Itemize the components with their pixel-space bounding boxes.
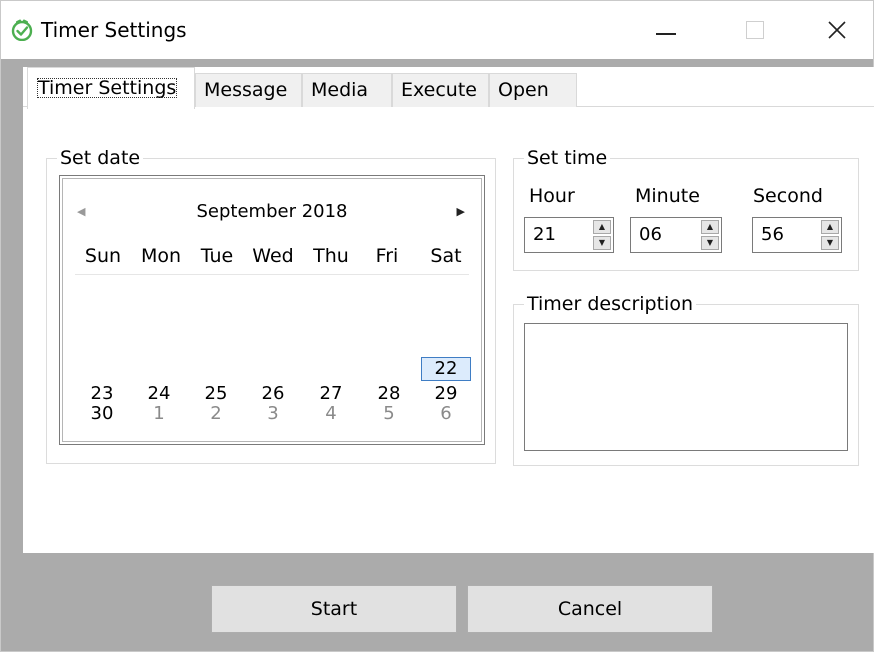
start-button[interactable]: Start [211, 585, 457, 633]
minimize-icon [656, 33, 676, 35]
day-of-week-header: Thu [313, 245, 349, 267]
hour-spin-buttons: ▲ ▼ [593, 220, 611, 250]
hour-label: Hour [529, 185, 575, 207]
day-of-week-header: Tue [200, 245, 234, 267]
calendar-day[interactable]: 26 [244, 384, 302, 404]
calendar-day[interactable]: 23 [73, 384, 131, 404]
timer-settings-window: Timer Settings Timer Settings Message Me… [0, 0, 874, 652]
month-calendar[interactable]: ◀ September 2018 ▶ Sun Mon Tue Wed Thu F… [59, 175, 485, 445]
minute-spinner[interactable]: 06 ▲ ▼ [630, 217, 722, 253]
calendar-day-next-month[interactable]: 3 [244, 404, 302, 424]
close-button[interactable] [808, 1, 866, 59]
second-up-arrow-icon[interactable]: ▲ [821, 220, 839, 234]
minimize-button[interactable] [637, 1, 695, 59]
hour-value[interactable]: 21 [533, 224, 556, 245]
minute-up-arrow-icon[interactable]: ▲ [701, 220, 719, 234]
day-of-week-header: Sat [430, 245, 462, 267]
tab-timer-settings[interactable]: Timer Settings [27, 67, 195, 109]
calendar-day-next-month[interactable]: 1 [130, 404, 188, 424]
tab-label: Media [311, 79, 369, 101]
maximize-button[interactable] [726, 1, 784, 59]
day-of-week-header: Mon [140, 245, 182, 267]
next-month-icon[interactable]: ▶ [457, 205, 465, 218]
tab-open[interactable]: Open [489, 73, 577, 107]
tab-message[interactable]: Message [195, 73, 302, 107]
calendar-day[interactable]: 25 [187, 384, 245, 404]
tab-label: Open [498, 79, 549, 101]
window-title: Timer Settings [41, 18, 187, 42]
maximize-icon [746, 21, 764, 39]
second-spin-buttons: ▲ ▼ [821, 220, 839, 250]
minute-label: Minute [635, 185, 700, 207]
minute-down-arrow-icon[interactable]: ▼ [701, 236, 719, 250]
minute-value[interactable]: 06 [639, 224, 662, 245]
tab-label: Timer Settings [37, 77, 178, 99]
day-of-week-header: Wed [252, 245, 294, 267]
close-icon [828, 21, 846, 39]
minute-spin-buttons: ▲ ▼ [701, 220, 719, 250]
calendar-frame: ◀ September 2018 ▶ Sun Mon Tue Wed Thu F… [62, 178, 482, 442]
title-bar: Timer Settings [1, 1, 873, 59]
day-of-week-header: Fri [375, 245, 399, 267]
calendar-day-next-month[interactable]: 5 [360, 404, 418, 424]
calendar-day[interactable]: 27 [302, 384, 360, 404]
timer-app-icon [11, 19, 33, 41]
hour-spinner[interactable]: 21 ▲ ▼ [524, 217, 614, 253]
calendar-day[interactable]: 28 [360, 384, 418, 404]
hour-down-arrow-icon[interactable]: ▼ [593, 236, 611, 250]
calendar-day[interactable]: 22 [417, 359, 475, 379]
calendar-day[interactable]: 29 [417, 384, 475, 404]
timer-description-input[interactable] [524, 323, 848, 451]
calendar-header-divider [75, 274, 469, 275]
tab-execute[interactable]: Execute [392, 73, 489, 107]
second-value[interactable]: 56 [761, 224, 784, 245]
tab-media[interactable]: Media [302, 73, 392, 107]
set-time-label: Set time [524, 146, 611, 170]
set-date-label: Set date [57, 146, 144, 170]
cancel-button[interactable]: Cancel [467, 585, 713, 633]
calendar-month-title[interactable]: September 2018 [63, 201, 481, 222]
second-label: Second [753, 185, 823, 207]
calendar-day[interactable]: 30 [73, 404, 131, 424]
calendar-day-next-month[interactable]: 6 [417, 404, 475, 424]
calendar-day-next-month[interactable]: 2 [187, 404, 245, 424]
day-of-week-header: Sun [84, 245, 122, 267]
tab-label: Message [204, 79, 288, 101]
calendar-day-next-month[interactable]: 4 [302, 404, 360, 424]
second-spinner[interactable]: 56 ▲ ▼ [752, 217, 842, 253]
hour-up-arrow-icon[interactable]: ▲ [593, 220, 611, 234]
set-time-group: Set time [513, 146, 859, 271]
tab-label: Execute [401, 79, 477, 101]
second-down-arrow-icon[interactable]: ▼ [821, 236, 839, 250]
timer-description-label: Timer description [524, 292, 696, 316]
calendar-day[interactable]: 24 [130, 384, 188, 404]
